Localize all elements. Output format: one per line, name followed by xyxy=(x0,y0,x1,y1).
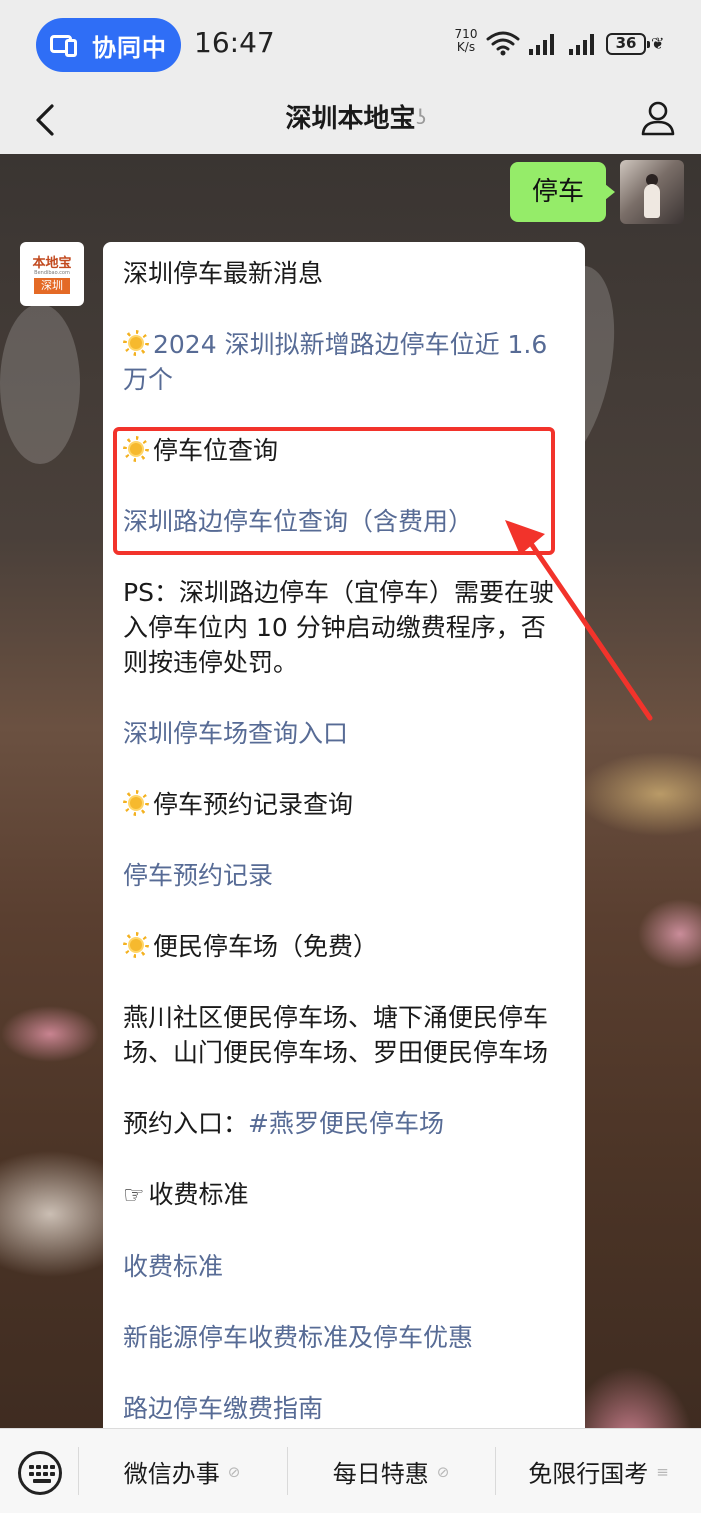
nav-bar: 深圳本地宝 ʖ xyxy=(0,90,701,154)
collab-pill[interactable]: 协同中 xyxy=(36,18,181,72)
profile-icon[interactable] xyxy=(638,98,678,138)
battery-level: 36 xyxy=(615,34,637,52)
status-bar: 协同中 16:47 710 K/s 36 ❦ xyxy=(0,0,701,90)
menu-lines-icon: ≡ xyxy=(656,1462,669,1481)
section-free-lots: 便民停车场（免费） xyxy=(123,929,565,964)
status-time: 16:47 xyxy=(194,26,275,59)
ev-fees-link[interactable]: 新能源停车收费标准及停车优惠 xyxy=(123,1320,565,1355)
lot-query-link[interactable]: 深圳停车场查询入口 xyxy=(123,716,565,751)
section-space-query: 停车位查询 xyxy=(123,433,565,468)
battery-icon: 36 xyxy=(606,33,650,55)
booking-link[interactable]: 停车预约记录 xyxy=(123,858,565,893)
menu-item-daily-deals[interactable]: 每日特惠 ⊘ xyxy=(287,1429,495,1513)
bot-avatar[interactable]: 本地宝 Bendibao.com 深圳 xyxy=(20,242,84,306)
free-lots-list: 燕川社区便民停车场、塘下涌便民停车场、山门便民停车场、罗田便民停车场 xyxy=(123,1003,549,1067)
net-speed: 710 K/s xyxy=(452,28,480,54)
chat-area[interactable]: 停车 本地宝 Bendibao.com 深圳 深圳停车最新消息 2024 深圳拟… xyxy=(0,154,701,1428)
bottom-menu-bar: 微信办事 ⊘ 每日特惠 ⊘ 免限行国考 ≡ xyxy=(0,1428,701,1513)
avatar-city: 深圳 xyxy=(34,278,70,294)
ps-note: PS：深圳路边停车（宜停车）需要在驶入停车位内 10 分钟启动缴费程序，否则按违… xyxy=(123,578,554,677)
space-query-link[interactable]: 深圳路边停车位查询（含费用） xyxy=(123,504,565,539)
section-fees-text: 收费标准 xyxy=(148,1180,249,1209)
booking-entry-link[interactable]: #燕罗便民停车场 xyxy=(248,1109,444,1138)
ear-icon: ʖ xyxy=(416,105,427,129)
sun-icon xyxy=(123,932,149,958)
section-fees: ☞ 收费标准 xyxy=(123,1177,565,1213)
pointing-hand-icon: ☞ xyxy=(123,1181,145,1209)
leaf-icon: ❦ xyxy=(651,34,665,53)
menu-item-label: 微信办事 xyxy=(123,1460,220,1488)
avatar-domain: Bendibao.com xyxy=(34,270,70,276)
signal-icon xyxy=(569,34,594,55)
section-space-query-text: 停车位查询 xyxy=(153,436,279,465)
sun-icon xyxy=(123,790,149,816)
news-link[interactable]: 2024 深圳拟新增路边停车位近 1.6 万个 xyxy=(123,327,565,397)
background-decoration xyxy=(0,304,80,464)
signal-icon xyxy=(529,34,554,55)
reply-title: 深圳停车最新消息 xyxy=(123,259,324,288)
menu-item-label: 每日特惠 xyxy=(332,1460,429,1488)
page-title: 深圳本地宝 xyxy=(285,104,416,134)
wifi-icon xyxy=(486,31,520,56)
link-icon: ⊘ xyxy=(436,1462,450,1481)
booking-entry-label: 预约入口： xyxy=(123,1109,249,1138)
menu-item-wechat-services[interactable]: 微信办事 ⊘ xyxy=(78,1429,286,1513)
sun-icon xyxy=(123,330,149,356)
section-booking-text: 停车预约记录查询 xyxy=(153,790,354,819)
menu-item-exam-restrictions[interactable]: 免限行国考 ≡ xyxy=(496,1429,701,1513)
fees-link[interactable]: 收费标准 xyxy=(123,1249,565,1284)
collab-devices-icon xyxy=(50,33,80,57)
sun-icon xyxy=(123,436,149,462)
link-icon: ⊘ xyxy=(227,1462,241,1481)
net-speed-unit: K/s xyxy=(456,40,476,54)
collab-label: 协同中 xyxy=(92,33,167,62)
section-free-lots-text: 便民停车场（免费） xyxy=(153,932,379,961)
menu-item-label: 免限行国考 xyxy=(528,1460,649,1488)
section-booking: 停车预约记录查询 xyxy=(123,787,565,822)
keyboard-icon[interactable] xyxy=(18,1451,62,1495)
sent-message-bubble[interactable]: 停车 xyxy=(510,162,616,222)
avatar-brand: 本地宝 xyxy=(32,256,72,271)
payment-guide-link[interactable]: 路边停车缴费指南 xyxy=(123,1391,565,1426)
my-avatar[interactable] xyxy=(620,160,684,224)
news-link-text: 2024 深圳拟新增路边停车位近 1.6 万个 xyxy=(123,330,548,394)
reply-message-card: 深圳停车最新消息 2024 深圳拟新增路边停车位近 1.6 万个 停车位查询 深… xyxy=(103,242,585,1428)
booking-entry: 预约入口：#燕罗便民停车场 xyxy=(123,1106,565,1141)
